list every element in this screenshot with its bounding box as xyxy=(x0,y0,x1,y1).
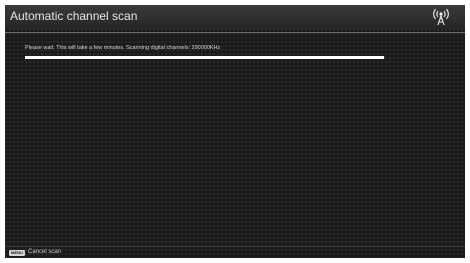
menu-key-icon[interactable]: MENU xyxy=(9,250,25,256)
cancel-scan-label[interactable]: Cancel scan xyxy=(28,249,61,255)
antenna-icon xyxy=(432,7,450,27)
scan-progress-bar xyxy=(25,56,385,59)
title-bar: Automatic channel scan xyxy=(5,5,465,29)
footer-divider xyxy=(5,246,465,247)
scan-screen: Automatic channel scan Please wait. This… xyxy=(5,5,465,258)
scan-progress-fill xyxy=(25,56,384,59)
page-title: Automatic channel scan xyxy=(10,9,138,23)
title-divider xyxy=(5,32,465,33)
scan-status-text: Please wait. This will take a few minute… xyxy=(25,45,221,51)
